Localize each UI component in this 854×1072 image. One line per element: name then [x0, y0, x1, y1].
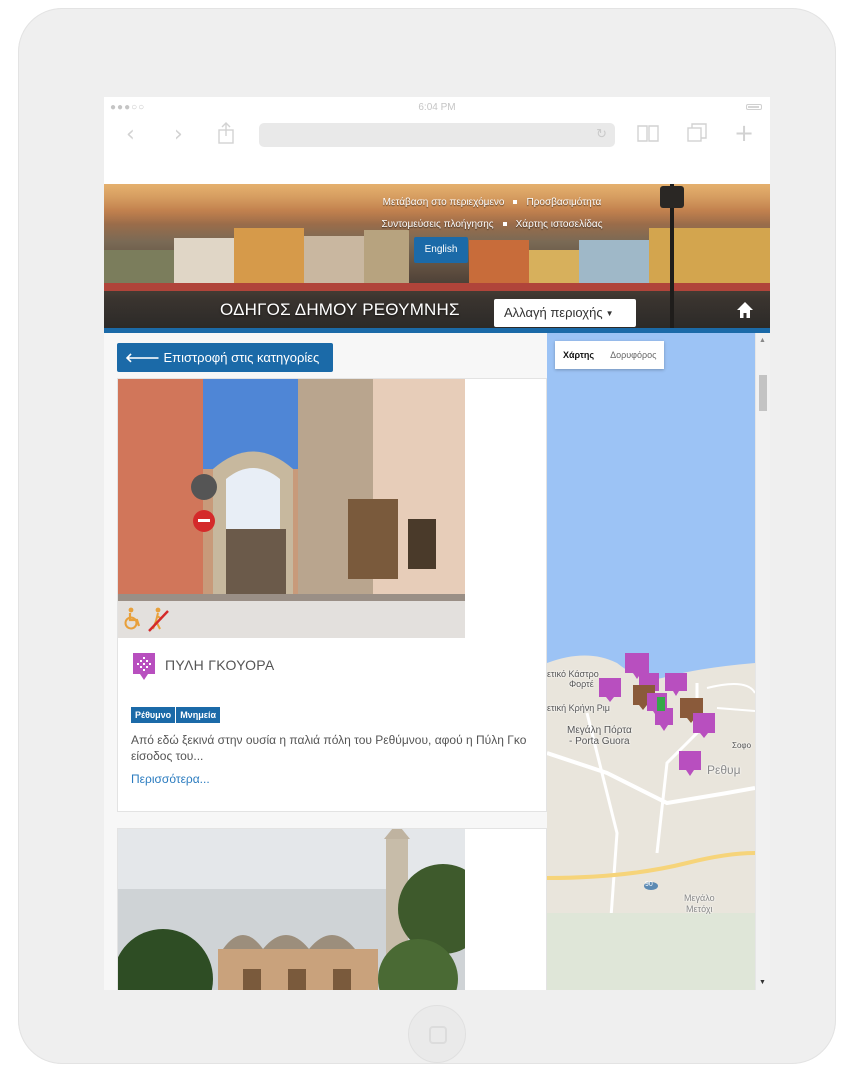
header-links: Μετάβαση στο περιεχόμενο Προσβασιμότητα Σ… [104, 192, 770, 236]
plus-icon[interactable]: + [734, 121, 754, 145]
poi-photo[interactable] [118, 829, 465, 990]
scroll-down-icon[interactable]: ▼ [759, 979, 766, 986]
device-home-button[interactable] [408, 1005, 466, 1063]
scrollbar[interactable]: ▲ ▼ [755, 333, 770, 990]
back-to-categories-label: Επιστροφή στις κατηγορίες [163, 350, 320, 365]
screen: ●●●○○ 6:04 PM ‹ › ↻ + Μετάβαση στο περιε… [104, 97, 770, 990]
content-panel: 🡐 Επιστροφή στις κατηγορίες ΠΥΛΗ ΓΚΟΥΟΡΑ… [104, 333, 547, 990]
monument-marker-icon [599, 678, 621, 702]
chevron-left-icon[interactable]: ‹ [126, 123, 135, 147]
reload-icon[interactable]: ↻ [596, 127, 607, 142]
monument-marker-icon [655, 708, 673, 731]
share-icon[interactable] [216, 121, 236, 145]
monument-marker-icon [693, 713, 715, 738]
poi-title[interactable]: ΠΥΛΗ ΓΚΟΥΟΡΑ [165, 657, 275, 673]
map-markers [599, 653, 715, 776]
no-walking-icon [148, 607, 169, 632]
site-title: ΟΔΗΓΟΣ ΔΗΜΟΥ ΡΕΘΥΜΝΗΣ [220, 300, 460, 319]
poi-photo[interactable] [118, 379, 465, 638]
poi-description: Από εδώ ξεκινά στην ουσία η παλιά πόλη τ… [131, 732, 547, 764]
home-icon[interactable] [736, 301, 754, 319]
accessibility-bar [118, 601, 465, 638]
arrow-left-icon: 🡐 [125, 351, 160, 366]
read-more-link[interactable]: Περισσότερα... [131, 772, 210, 786]
caret-down-icon: ▼ [605, 308, 614, 318]
site-header: Μετάβαση στο περιεχόμενο Προσβασιμότητα Σ… [104, 184, 770, 328]
map[interactable]: Χάρτης Δορυφόρος ετικό Κάστρο Φορτέ ετική… [547, 333, 755, 990]
language-button[interactable]: English [414, 237, 468, 263]
status-bar: ●●●○○ 6:04 PM [104, 97, 770, 117]
poi-tags: Ρέθυμνο Μνημεία [131, 705, 221, 723]
shortcuts-link[interactable]: Συντομεύσεις πλοήγησης [381, 219, 493, 230]
tag-location[interactable]: Ρέθυμνο [131, 707, 176, 723]
scroll-up-icon[interactable]: ▲ [759, 337, 766, 344]
change-region-button[interactable]: Αλλαγή περιοχής ▼ [494, 299, 636, 327]
title-bar: ΟΔΗΓΟΣ ΔΗΜΟΥ ΡΕΘΥΜΝΗΣ Αλλαγή περιοχής ▼ [104, 291, 770, 328]
book-icon[interactable] [636, 123, 660, 143]
accessibility-link[interactable]: Προσβασιμότητα [526, 197, 601, 208]
url-bar[interactable]: ↻ [259, 123, 615, 147]
scrollbar-thumb[interactable] [759, 375, 767, 411]
battery-icon [746, 104, 762, 110]
change-region-label: Αλλαγή περιοχής [504, 305, 603, 320]
tag-category[interactable]: Μνημεία [176, 707, 220, 723]
monument-marker-icon [665, 673, 687, 696]
chevron-right-icon[interactable]: › [174, 123, 183, 147]
skip-to-content-link[interactable]: Μετάβαση στο περιεχόμενο [383, 197, 505, 208]
monument-marker-icon [133, 653, 155, 680]
browser-toolbar: ‹ › ↻ + [104, 117, 770, 157]
sitemap-link[interactable]: Χάρτης ιστοσελίδας [516, 219, 603, 230]
poi-description-line: είσοδος του... [131, 749, 204, 763]
poi-card [117, 828, 547, 990]
tabs-icon[interactable] [686, 122, 708, 144]
poi-description-line: Από εδώ ξεκινά στην ουσία η παλιά πόλη τ… [131, 733, 527, 747]
back-to-categories-button[interactable]: 🡐 Επιστροφή στις κατηγορίες [117, 343, 333, 372]
status-time: 6:04 PM [418, 102, 456, 113]
monument-marker-icon [679, 751, 701, 776]
poi-card: ΠΥΛΗ ΓΚΟΥΟΡΑ Ρέθυμνο Μνημεία Από εδώ ξεκι… [117, 378, 547, 812]
home-square-icon [429, 1026, 447, 1044]
wheelchair-icon [124, 607, 141, 630]
